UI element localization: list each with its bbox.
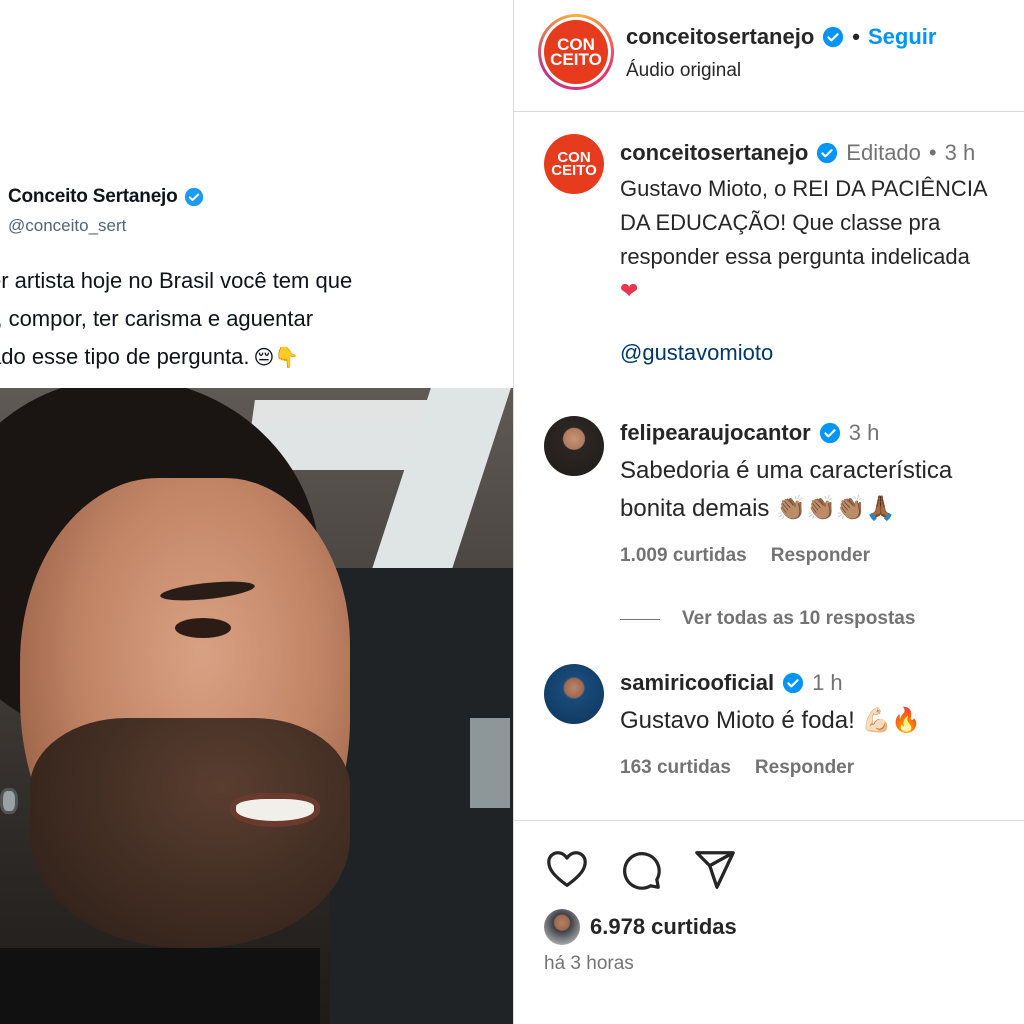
person-mouth <box>230 793 320 827</box>
brand-logo: CON CEITO <box>544 20 608 84</box>
caption-body: Gustavo Mioto, o REI DA PACIÊNCIA DA EDU… <box>620 176 988 269</box>
comment-header: felipearaujocantor 3 h <box>620 420 879 446</box>
caption-avatar[interactable]: CON CEITO <box>544 134 604 194</box>
tweet-author-handle: @conceito_sert <box>8 216 127 235</box>
verified-icon <box>823 26 844 48</box>
original-audio-link[interactable]: Áudio original <box>626 60 741 82</box>
verified-icon <box>184 187 203 207</box>
comment-likes[interactable]: 163 curtidas <box>620 757 731 779</box>
person-shirt <box>0 948 320 1024</box>
caption-mention-link[interactable]: @gustavomioto <box>620 340 773 366</box>
header-user-row: conceitosertanejo • Seguir <box>626 24 936 50</box>
caption-header: conceitosertanejo Editado • 3 h <box>620 140 975 166</box>
like-button[interactable] <box>544 847 590 893</box>
comment-likes[interactable]: 1.009 curtidas <box>620 545 747 567</box>
comment-username[interactable]: felipearaujocantor <box>620 420 811 446</box>
reply-button[interactable]: Responder <box>771 545 870 567</box>
edited-label: Editado <box>846 140 921 165</box>
comment-actions: 1.009 curtidas Responder <box>620 545 870 567</box>
author-avatar[interactable]: CON CEITO <box>538 14 614 90</box>
comment-time: 1 h <box>812 670 843 695</box>
commenter-avatar[interactable] <box>544 664 604 724</box>
video-frame[interactable] <box>0 388 513 1024</box>
comment-text: Sabedoria é uma característica bonita de… <box>620 457 953 522</box>
caption-time: 3 h <box>944 140 976 165</box>
post-footer: 6.978 curtidas há 3 horas <box>514 820 1024 1024</box>
author-username[interactable]: conceitosertanejo <box>626 24 814 50</box>
follow-button[interactable]: Seguir <box>868 24 936 50</box>
comment-icon <box>623 852 661 890</box>
likes-count[interactable]: 6.978 curtidas <box>590 914 737 940</box>
tweet-emojis: 😔👇 <box>253 347 300 369</box>
comment-username[interactable]: samiricooficial <box>620 670 774 696</box>
heart-icon <box>547 851 587 887</box>
view-replies-label: Ver todas as 10 respostas <box>682 608 916 629</box>
replies-line <box>620 618 660 620</box>
caption-text: Gustavo Mioto, o REI DA PACIÊNCIA DA EDU… <box>620 172 1024 308</box>
likes-row[interactable]: 6.978 curtidas <box>544 909 737 945</box>
tweet-author-row: Conceito Sertanejo <box>8 186 204 208</box>
tweet-author-name: Conceito Sertanejo <box>8 186 178 207</box>
view-replies-button[interactable]: Ver todas as 10 respostas <box>620 608 915 630</box>
tweet-body: ser artista hoje no Brasil você tem que … <box>0 268 353 369</box>
post-media[interactable]: Conceito Sertanejo @conceito_sert ser ar… <box>0 0 513 1024</box>
post-header: CON CEITO conceitosertanejo • Seguir Áud… <box>514 0 1024 112</box>
caption-username[interactable]: conceitosertanejo <box>620 140 808 166</box>
liker-avatar <box>544 909 580 945</box>
person-eye <box>175 618 231 638</box>
post-timestamp: há 3 horas <box>544 953 634 974</box>
reply-button[interactable]: Responder <box>755 757 854 779</box>
comment-actions: 163 curtidas Responder <box>620 757 854 779</box>
comment-header: samiricooficial 1 h <box>620 670 843 696</box>
commenter-avatar[interactable] <box>544 416 604 476</box>
comment-button[interactable] <box>618 847 664 893</box>
tweet-screenshot: Conceito Sertanejo @conceito_sert ser ar… <box>0 0 513 390</box>
share-button[interactable] <box>692 847 738 893</box>
comment-text: Gustavo Mioto é foda! 💪🏻🔥 <box>620 707 922 734</box>
tweet-text: ser artista hoje no Brasil você tem que … <box>0 262 498 377</box>
verified-icon <box>819 422 840 444</box>
verified-icon <box>782 672 804 694</box>
separator-dot: • <box>928 140 937 165</box>
person-earring <box>0 788 18 814</box>
comments-section[interactable]: CON CEITO conceitosertanejo Editado • 3 … <box>514 112 1024 820</box>
person-beard <box>30 718 350 948</box>
verified-icon <box>817 142 838 164</box>
heart-emoji: ❤ <box>620 278 639 303</box>
comment-time: 3 h <box>848 420 880 445</box>
share-icon <box>695 851 735 889</box>
background-sign <box>470 718 510 808</box>
separator-dot: • <box>852 24 860 49</box>
